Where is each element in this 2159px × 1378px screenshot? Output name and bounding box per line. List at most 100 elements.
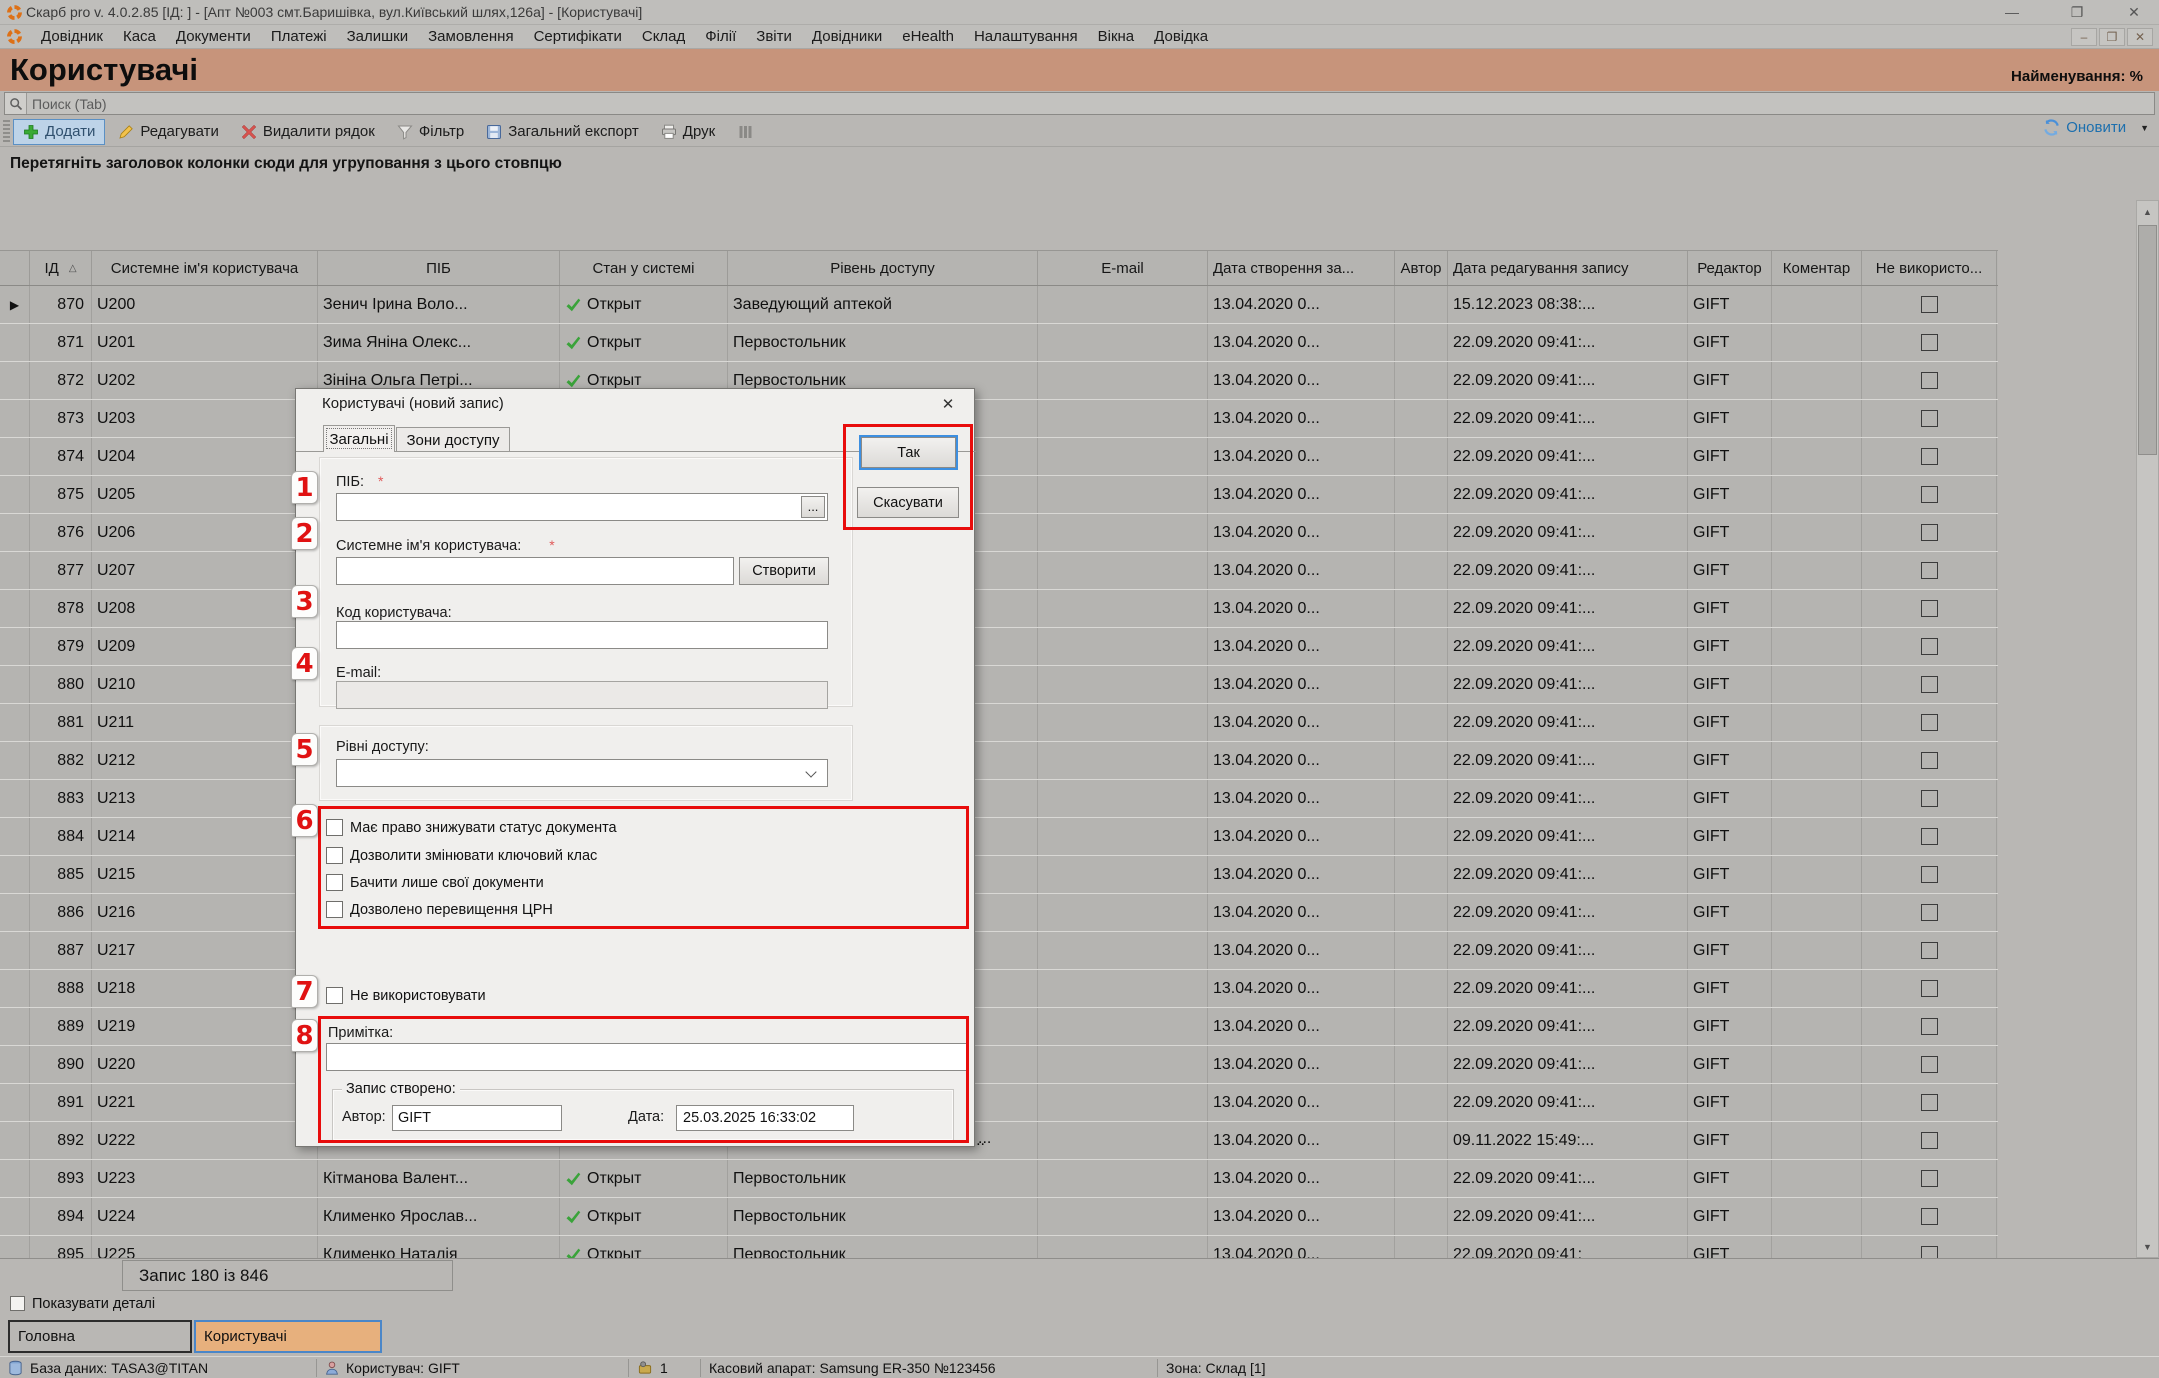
- mdi-close-button[interactable]: ✕: [2127, 28, 2153, 46]
- column-header-sys[interactable]: Системне ім'я користувача: [92, 251, 318, 285]
- not-used-row-checkbox[interactable]: [1921, 904, 1938, 921]
- not-used-row-checkbox[interactable]: [1921, 980, 1938, 997]
- not-used-row-checkbox[interactable]: [1921, 1246, 1938, 1258]
- not-used-row-checkbox[interactable]: [1921, 638, 1938, 655]
- permission-checkbox[interactable]: [326, 874, 343, 891]
- menu-item-ehealth[interactable]: eHealth: [892, 26, 964, 47]
- column-header-email[interactable]: E-mail: [1038, 251, 1208, 285]
- menu-item-довідник[interactable]: Довідник: [31, 26, 113, 47]
- create-sysname-button[interactable]: Створити: [739, 557, 829, 585]
- not-used-row-checkbox[interactable]: [1921, 752, 1938, 769]
- permission-checkbox[interactable]: [326, 901, 343, 918]
- menu-item-залишки[interactable]: Залишки: [337, 26, 419, 47]
- refresh-button[interactable]: Оновити ▼: [2043, 119, 2149, 136]
- toolbar-button-delete[interactable]: Видалити рядок: [232, 119, 384, 145]
- column-header-state[interactable]: Стан у системі: [560, 251, 728, 285]
- column-header-id[interactable]: ІД△: [30, 251, 92, 285]
- toolbar-button-filter[interactable]: Фільтр: [388, 119, 473, 145]
- columns-icon[interactable]: [728, 119, 762, 145]
- column-header-pib[interactable]: ПІБ: [318, 251, 560, 285]
- dialog-close-icon[interactable]: ✕: [936, 394, 960, 414]
- vertical-scrollbar[interactable]: ▲ ▼: [2136, 200, 2159, 1258]
- note-input[interactable]: [326, 1043, 969, 1071]
- not-used-row-checkbox[interactable]: [1921, 866, 1938, 883]
- table-row[interactable]: 894U224Клименко Ярослав...ОткрытПервосто…: [0, 1198, 1998, 1236]
- table-row[interactable]: 893U223Кітманова Валент...ОткрытПервосто…: [0, 1160, 1998, 1198]
- mdi-restore-button[interactable]: ❐: [2099, 28, 2125, 46]
- toolbar-button-export[interactable]: Загальний експорт: [477, 119, 648, 145]
- tab-users[interactable]: Користувачі: [194, 1320, 382, 1353]
- not-used-row-checkbox[interactable]: [1921, 562, 1938, 579]
- toolbar-button-edit[interactable]: Редагувати: [109, 119, 228, 145]
- scroll-up-button[interactable]: ▲: [2137, 201, 2158, 222]
- permission-checkbox[interactable]: [326, 819, 343, 836]
- date-input[interactable]: 25.03.2025 16:33:02: [676, 1105, 854, 1131]
- menu-item-довідники[interactable]: Довідники: [802, 26, 892, 47]
- not-used-row-checkbox[interactable]: [1921, 1018, 1938, 1035]
- not-used-row-checkbox[interactable]: [1921, 1132, 1938, 1149]
- not-used-row-checkbox[interactable]: [1921, 600, 1938, 617]
- refresh-dropdown-icon[interactable]: ▼: [2140, 123, 2149, 133]
- not-used-row-checkbox[interactable]: [1921, 1094, 1938, 1111]
- toolbar-button-print[interactable]: Друк: [652, 119, 724, 145]
- dialog-tab-access-zones[interactable]: Зони доступу: [396, 427, 510, 452]
- not-used-row-checkbox[interactable]: [1921, 296, 1938, 313]
- not-used-row-checkbox[interactable]: [1921, 486, 1938, 503]
- menu-item-замовлення[interactable]: Замовлення: [418, 26, 523, 47]
- column-header-author[interactable]: Автор: [1395, 251, 1448, 285]
- ok-button[interactable]: Так: [861, 437, 956, 468]
- column-header-editor[interactable]: Редактор: [1688, 251, 1772, 285]
- mdi-minimize-button[interactable]: –: [2071, 28, 2097, 46]
- scrollbar-thumb[interactable]: [2138, 225, 2157, 455]
- not-used-row-checkbox[interactable]: [1921, 1170, 1938, 1187]
- menu-item-каса[interactable]: Каса: [113, 26, 166, 47]
- menu-item-вікна[interactable]: Вікна: [1088, 26, 1145, 47]
- not-used-row-checkbox[interactable]: [1921, 334, 1938, 351]
- scroll-down-button[interactable]: ▼: [2137, 1236, 2158, 1257]
- menu-item-звіти[interactable]: Звіти: [746, 26, 802, 47]
- table-row[interactable]: ▶870U200Зенич Ірина Воло...ОткрытЗаведую…: [0, 286, 1998, 324]
- not-used-row-checkbox[interactable]: [1921, 410, 1938, 427]
- pib-lookup-button[interactable]: ...: [801, 496, 825, 518]
- sysname-input[interactable]: [336, 557, 734, 585]
- close-button[interactable]: ✕: [2117, 2, 2151, 22]
- not-used-row-checkbox[interactable]: [1921, 448, 1938, 465]
- restore-button[interactable]: ❐: [2060, 2, 2094, 22]
- not-used-row-checkbox[interactable]: [1921, 828, 1938, 845]
- author-input[interactable]: GIFT: [392, 1105, 562, 1131]
- email-input[interactable]: [336, 681, 828, 709]
- tab-home[interactable]: Головна: [8, 1320, 192, 1353]
- menu-item-довідка[interactable]: Довідка: [1144, 26, 1218, 47]
- permission-checkbox[interactable]: [326, 847, 343, 864]
- dialog-tab-general[interactable]: Загальні: [323, 425, 395, 452]
- access-levels-select[interactable]: [336, 759, 828, 787]
- minimize-button[interactable]: —: [1995, 2, 2029, 22]
- not-used-row-checkbox[interactable]: [1921, 1208, 1938, 1225]
- not-used-row-checkbox[interactable]: [1921, 676, 1938, 693]
- usercode-input[interactable]: [336, 621, 828, 649]
- not-used-row-checkbox[interactable]: [1921, 942, 1938, 959]
- not-used-row-checkbox[interactable]: [1921, 790, 1938, 807]
- not-used-row-checkbox[interactable]: [1921, 524, 1938, 541]
- column-header-unused[interactable]: Не використо...: [1862, 251, 1997, 285]
- toolbar-button-add[interactable]: Додати: [13, 119, 105, 145]
- menu-item-документи[interactable]: Документи: [166, 26, 261, 47]
- not-used-row-checkbox[interactable]: [1921, 372, 1938, 389]
- column-header-level[interactable]: Рівень доступу: [728, 251, 1038, 285]
- column-header-created[interactable]: Дата створення за...: [1208, 251, 1395, 285]
- menu-item-налаштування[interactable]: Налаштування: [964, 26, 1088, 47]
- group-by-zone[interactable]: Перетягніть заголовок колонки сюди для у…: [0, 148, 2159, 250]
- menu-item-склад[interactable]: Склад: [632, 26, 695, 47]
- menu-item-філії[interactable]: Філії: [695, 26, 746, 47]
- not-used-row-checkbox[interactable]: [1921, 714, 1938, 731]
- pib-input[interactable]: [336, 493, 828, 521]
- table-row[interactable]: 871U201Зима Яніна Олекс...ОткрытПервосто…: [0, 324, 1998, 362]
- not-used-row-checkbox[interactable]: [1921, 1056, 1938, 1073]
- menu-item-платежі[interactable]: Платежі: [261, 26, 337, 47]
- menu-item-сертифікати[interactable]: Сертифікати: [524, 26, 632, 47]
- cancel-button[interactable]: Скасувати: [857, 487, 959, 518]
- column-header-comment[interactable]: Коментар: [1772, 251, 1862, 285]
- toolbar-grip[interactable]: [3, 120, 10, 144]
- column-header-ind[interactable]: [0, 251, 30, 285]
- search-input[interactable]: Поиск (Tab): [4, 92, 2155, 115]
